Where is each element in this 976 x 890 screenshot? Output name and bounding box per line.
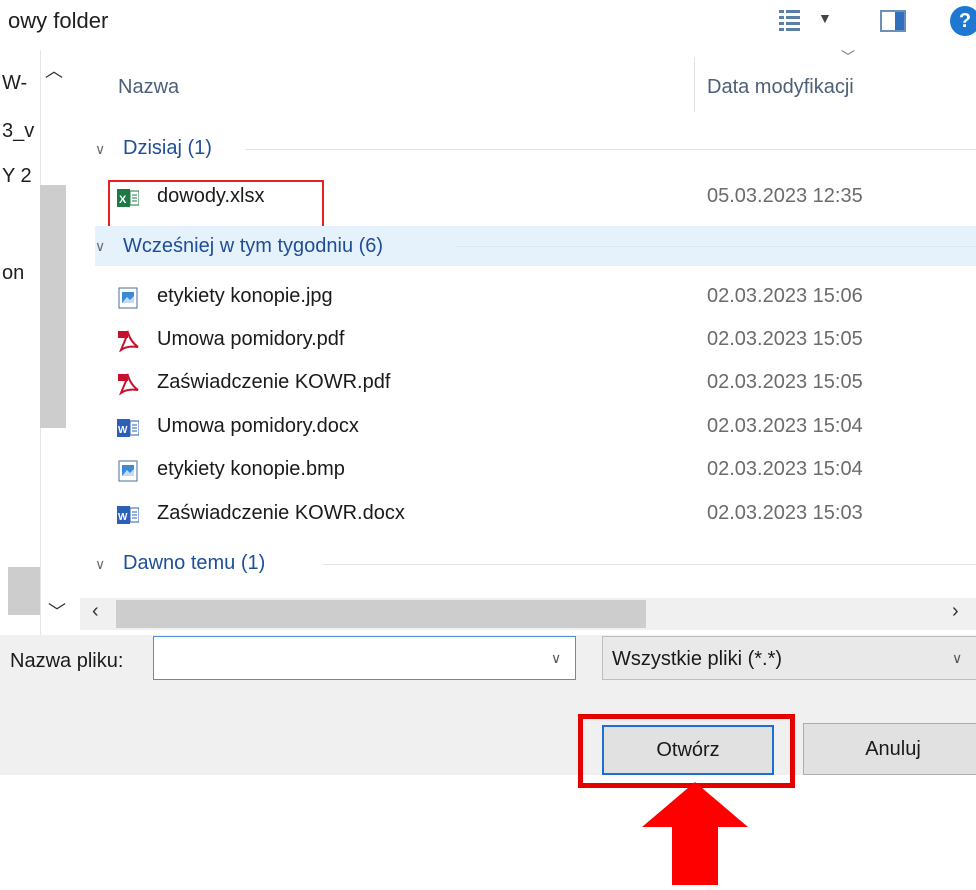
nav-item[interactable]: 3_v: [2, 120, 38, 143]
breadcrumb[interactable]: owy folder: [8, 8, 108, 34]
file-row[interactable]: Umowa pomidory.pdf 02.03.2023 15:05: [95, 320, 976, 362]
nav-item[interactable]: W-: [2, 72, 38, 95]
column-header-name[interactable]: Nazwa: [118, 76, 179, 99]
svg-text:W: W: [118, 512, 128, 523]
chevron-down-icon: ∨: [95, 556, 106, 572]
file-date: 02.03.2023 15:06: [707, 285, 863, 307]
group-header-long-ago[interactable]: ∨ Dawno temu (1): [95, 544, 976, 584]
file-date: 02.03.2023 15:03: [707, 502, 863, 524]
file-row[interactable]: etykiety konopie.bmp 02.03.2023 15:04: [95, 450, 976, 492]
group-label: Wcześniej w tym tygodniu (6): [123, 235, 384, 257]
group-header-this-week[interactable]: ∨ Wcześniej w tym tygodniu (6): [95, 226, 976, 266]
word-icon: W: [117, 417, 140, 439]
chevron-down-icon: ∨: [95, 238, 106, 254]
cancel-button[interactable]: Anuluj: [803, 723, 976, 775]
column-separator[interactable]: [694, 58, 695, 112]
highlight-annotation: [578, 714, 795, 788]
nav-item[interactable]: on: [2, 262, 38, 285]
file-date: 02.03.2023 15:05: [707, 371, 863, 393]
nav-item[interactable]: Y 2: [2, 165, 38, 188]
file-name: Umowa pomidory.pdf: [157, 328, 345, 350]
file-date: 05.03.2023 12:35: [707, 185, 863, 207]
chevron-down-icon[interactable]: ∨: [952, 650, 962, 667]
group-divider: [245, 149, 976, 150]
group-header-today[interactable]: ∨ Dzisiaj (1): [95, 129, 976, 169]
view-dropdown-arrow-icon[interactable]: ▼: [818, 10, 832, 26]
group-label: Dawno temu (1): [123, 552, 266, 574]
file-name: Umowa pomidory.docx: [157, 415, 359, 437]
image-icon: [117, 287, 139, 309]
svg-text:W: W: [118, 425, 128, 436]
column-header-date[interactable]: Data modyfikacji: [707, 76, 854, 99]
file-row[interactable]: W Zaświadczenie KOWR.docx 02.03.2023 15:…: [95, 494, 976, 536]
file-name: Zaświadczenie KOWR.docx: [157, 502, 405, 524]
file-date: 02.03.2023 15:05: [707, 328, 863, 350]
file-date: 02.03.2023 15:04: [707, 415, 863, 437]
sort-indicator-icon: ﹀: [841, 49, 855, 65]
file-name: etykiety konopie.bmp: [157, 458, 345, 480]
chevron-down-icon: ∨: [95, 141, 106, 157]
file-date: 02.03.2023 15:04: [707, 458, 863, 480]
scroll-left-icon[interactable]: ‹: [92, 600, 99, 623]
file-name: etykiety konopie.jpg: [157, 285, 333, 307]
nav-scrollbar-track-segment[interactable]: [8, 567, 40, 615]
file-type-value: Wszystkie pliki (*.*): [612, 648, 783, 670]
word-icon: W: [117, 504, 140, 526]
horizontal-scrollbar-thumb[interactable]: [116, 600, 646, 628]
filename-input[interactable]: [153, 636, 576, 680]
scroll-right-icon[interactable]: ›: [952, 600, 959, 623]
image-icon: [117, 460, 139, 482]
nav-scroll-down-icon[interactable]: ﹀: [48, 598, 66, 624]
pdf-icon: [117, 372, 139, 396]
preview-pane-icon[interactable]: [880, 10, 906, 32]
help-icon[interactable]: ?: [950, 6, 976, 36]
nav-scroll-up-icon[interactable]: ︿: [45, 57, 63, 83]
file-row[interactable]: Zaświadczenie KOWR.pdf 02.03.2023 15:05: [95, 363, 976, 405]
pdf-icon: [117, 329, 139, 353]
group-divider: [323, 564, 976, 565]
file-name: Zaświadczenie KOWR.pdf: [157, 371, 391, 393]
view-options-icon[interactable]: [779, 9, 801, 33]
group-label: Dzisiaj (1): [123, 137, 212, 159]
group-divider: [455, 246, 976, 247]
chevron-down-icon[interactable]: ∨: [551, 650, 561, 667]
file-row[interactable]: W Umowa pomidory.docx 02.03.2023 15:04: [95, 407, 976, 449]
nav-scrollbar-thumb[interactable]: [40, 185, 66, 428]
file-row[interactable]: etykiety konopie.jpg 02.03.2023 15:06: [95, 277, 976, 319]
arrow-up-icon: [640, 782, 750, 885]
filename-label: Nazwa pliku:: [10, 650, 124, 672]
